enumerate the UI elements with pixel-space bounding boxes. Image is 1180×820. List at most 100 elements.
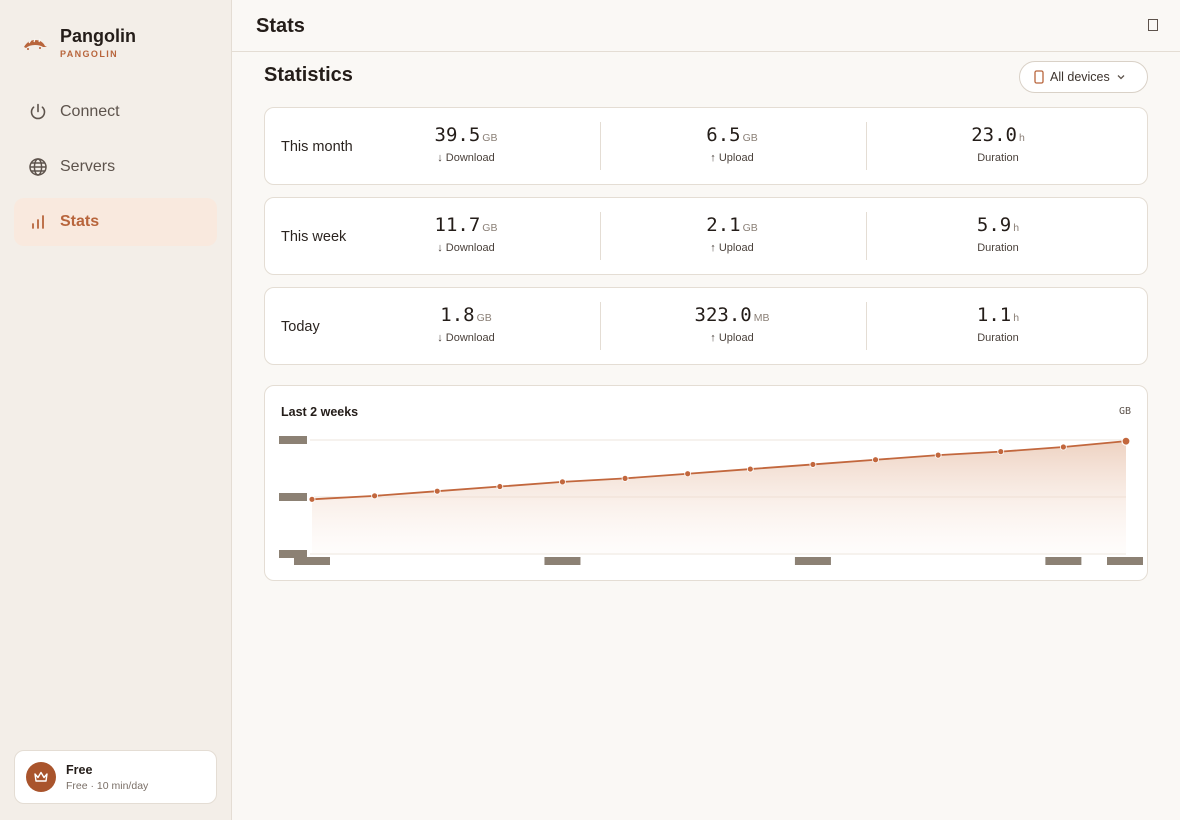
data-point — [684, 470, 692, 478]
stat-duration: 1.1 h Duration — [918, 304, 1078, 344]
sidebar-item-label: Servers — [60, 158, 116, 175]
stat-value-line: 1.1 h — [918, 304, 1078, 326]
x-tick-label — [794, 557, 831, 565]
stat-divider — [600, 212, 601, 260]
stat-duration: 23.0 h Duration — [918, 124, 1078, 164]
x-tick-label — [1107, 557, 1143, 565]
stat-divider — [600, 302, 601, 350]
stat-upload: 323.0 MB ↑ Upload — [652, 304, 812, 344]
stat-value-line: 1.8 GB — [386, 304, 546, 326]
app-subtitle: PANGOLIN — [60, 49, 119, 59]
stat-unit: h — [1013, 312, 1020, 324]
sidebar-item-stats[interactable]: Stats — [14, 198, 217, 246]
stat-label: Duration — [977, 242, 1019, 254]
stat-upload: 2.1 GB ↑ Upload — [652, 214, 812, 254]
power-icon — [30, 103, 46, 120]
stat-value-line: 23.0 h — [918, 124, 1078, 146]
data-point — [997, 448, 1005, 456]
stat-label: ↓ Download — [437, 242, 495, 254]
stat-value: 323.0 — [694, 304, 752, 326]
stat-label: Duration — [977, 152, 1019, 164]
stat-label: ↓ Download — [437, 332, 495, 344]
data-point — [809, 461, 817, 468]
pangolin-logo-icon — [24, 38, 47, 50]
stat-value-line: 5.9 h — [918, 214, 1078, 236]
app-name: Pangolin — [60, 26, 136, 46]
plan-title: Free — [66, 762, 93, 777]
stat-divider — [600, 122, 601, 170]
stat-value: 39.5 — [434, 124, 481, 146]
stat-value-line: 323.0 MB — [652, 304, 812, 326]
phone-icon — [1034, 70, 1044, 84]
stat-value: 23.0 — [971, 124, 1017, 146]
sidebar: Pangolin PANGOLIN Connect Servers Stats — [0, 0, 232, 820]
data-point — [872, 456, 879, 464]
stat-label: ↑ Upload — [710, 152, 754, 164]
sidebar-nav: Connect Servers Stats — [14, 88, 217, 253]
stat-download: 39.5 GB ↓ Download — [386, 124, 546, 164]
x-tick-label — [544, 557, 581, 565]
stat-unit: MB — [753, 312, 770, 324]
device-filter-label: All devices — [1050, 70, 1110, 84]
stat-value: 11.7 — [434, 214, 481, 236]
stat-duration: 5.9 h Duration — [918, 214, 1078, 254]
data-point — [934, 451, 942, 459]
data-point — [371, 492, 379, 500]
y-tick-label — [279, 493, 307, 501]
data-point — [1121, 436, 1131, 446]
stat-divider — [866, 122, 867, 170]
data-point — [496, 483, 504, 490]
stat-value: 6.5 — [706, 124, 741, 146]
data-point — [621, 474, 629, 482]
data-point — [746, 465, 754, 473]
stat-value: 5.9 — [976, 214, 1012, 236]
stat-download: 1.8 GB ↓ Download — [386, 304, 546, 344]
usage-chart — [279, 436, 1143, 565]
stats-card: This month 39.5 GB ↓ Download 6.5 GB ↑ Upload 2… — [264, 107, 1148, 185]
chevron-down-icon — [1117, 75, 1125, 80]
plan-card[interactable]: Free Free · 10 min/day — [14, 750, 217, 804]
stat-divider — [866, 302, 867, 350]
usage-chart-card: Last 2 weeks GB — [264, 385, 1148, 581]
stat-unit: GB — [482, 132, 498, 144]
stat-unit: GB — [742, 132, 758, 144]
stat-divider — [866, 212, 867, 260]
stat-label: Duration — [977, 332, 1019, 344]
window-icon[interactable] — [1148, 19, 1158, 31]
stat-label: ↓ Download — [437, 152, 495, 164]
stat-unit: GB — [482, 222, 498, 234]
stats-period-label: This week — [281, 228, 347, 245]
sidebar-item-connect[interactable]: Connect — [14, 88, 217, 136]
top-header: Stats — [232, 0, 1180, 52]
area-fill — [312, 441, 1126, 554]
y-tick-label — [279, 550, 307, 558]
device-filter-select[interactable]: All devices — [1019, 61, 1148, 93]
stat-value-line: 39.5 GB — [386, 124, 546, 146]
stats-period-label: Today — [281, 318, 320, 335]
stat-unit: GB — [476, 312, 492, 324]
bar-chart-icon — [32, 215, 44, 229]
stat-value: 1.8 — [440, 304, 475, 326]
stat-unit: h — [1013, 222, 1020, 234]
data-point — [559, 478, 566, 486]
stat-download: 11.7 GB ↓ Download — [386, 214, 546, 254]
sidebar-item-servers[interactable]: Servers — [14, 143, 217, 191]
stat-value: 2.1 — [706, 214, 741, 236]
stats-card: Today 1.8 GB ↓ Download 323.0 MB ↑ Upload 1.1 h D… — [264, 287, 1148, 365]
y-tick-label — [279, 436, 307, 444]
stat-unit: h — [1018, 132, 1025, 144]
stat-value-line: 2.1 GB — [652, 214, 812, 236]
stats-card: This week 11.7 GB ↓ Download 2.1 GB ↑ Upload 5.… — [264, 197, 1148, 275]
plan-subtitle: Free · 10 min/day — [66, 779, 149, 792]
data-point — [1059, 443, 1067, 451]
stats-period-label: This month — [281, 138, 353, 155]
stat-upload: 6.5 GB ↑ Upload — [652, 124, 812, 164]
brand: Pangolin PANGOLIN — [22, 26, 136, 59]
x-tick-label — [1045, 557, 1082, 565]
stat-label: ↑ Upload — [710, 332, 754, 344]
stat-value-line: 11.7 GB — [386, 214, 546, 236]
stat-value-line: 6.5 GB — [652, 124, 812, 146]
statistics-title: Statistics — [264, 64, 353, 86]
stat-value: 1.1 — [976, 304, 1012, 326]
sidebar-item-label: Connect — [60, 103, 120, 120]
